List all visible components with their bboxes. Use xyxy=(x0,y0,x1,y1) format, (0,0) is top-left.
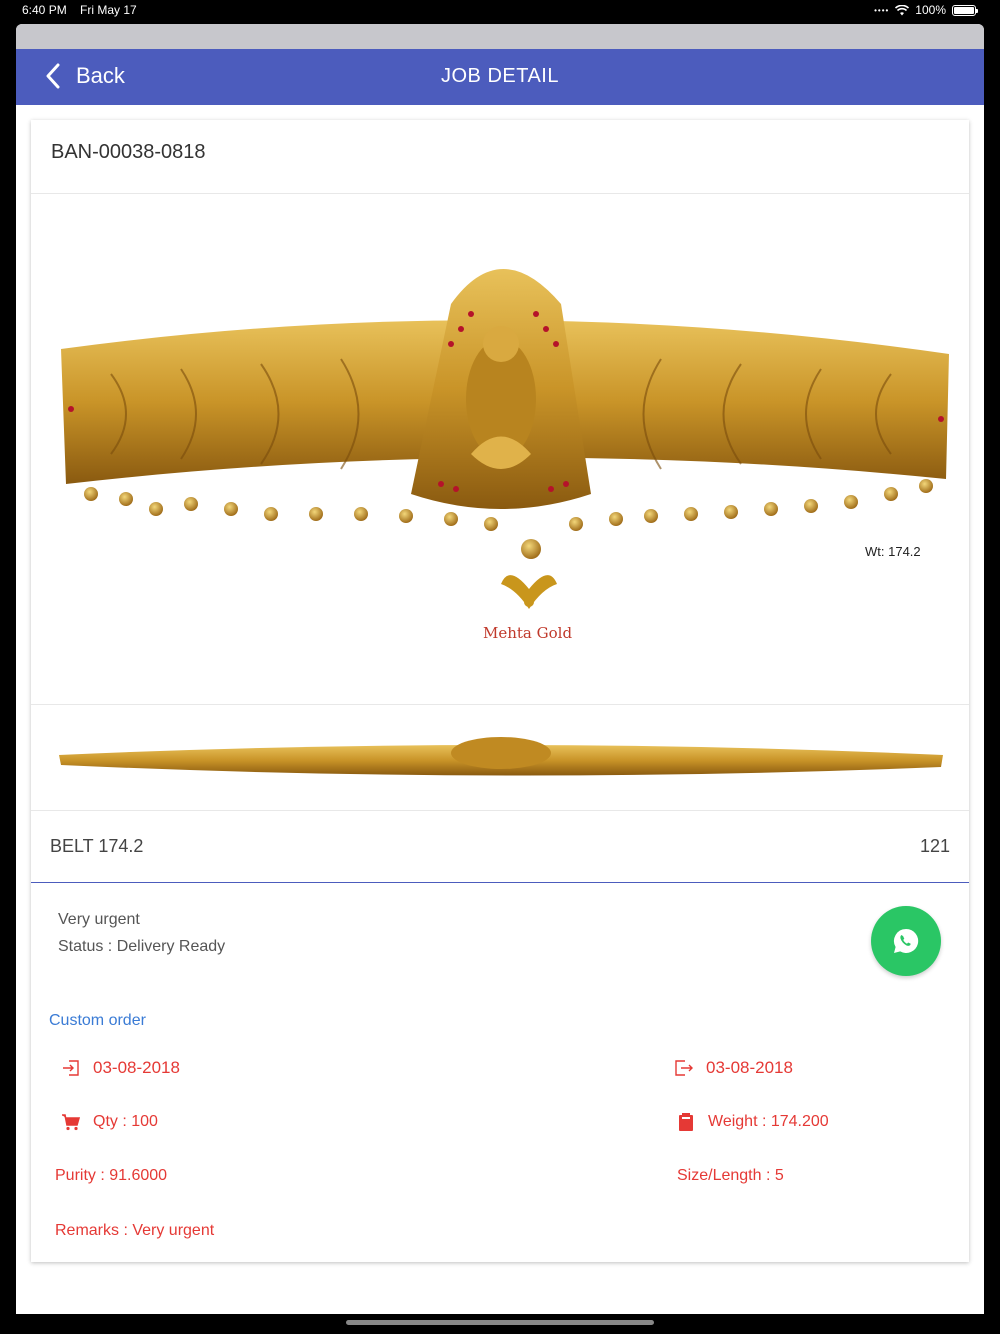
belt-thumbnail-illustration xyxy=(59,737,943,776)
status-text: Status : Delivery Ready xyxy=(58,938,226,955)
status-right: •••• 100% xyxy=(874,3,978,17)
product-image[interactable]: Wt: 174.2 Mehta Gold xyxy=(31,194,969,705)
brand-name: Mehta Gold xyxy=(483,624,573,642)
product-thumbnail[interactable] xyxy=(31,705,969,811)
qty-row: Qty : 100 xyxy=(61,1112,158,1132)
out-date-row: 03-08-2018 xyxy=(674,1058,793,1078)
qty-value: Qty : 100 xyxy=(93,1113,158,1130)
battery-icon xyxy=(952,4,978,16)
weight-row: Weight : 174.200 xyxy=(676,1112,829,1132)
remarks-row: Remarks : Very urgent xyxy=(55,1222,214,1240)
status-date: Fri May 17 xyxy=(80,3,137,17)
whatsapp-icon xyxy=(893,928,919,953)
note-block: Very urgent Status : Delivery Ready xyxy=(58,906,225,960)
sign-in-icon xyxy=(63,1060,79,1076)
home-indicator[interactable] xyxy=(346,1320,654,1325)
status-time: 6:40 PM xyxy=(22,3,67,17)
out-date: 03-08-2018 xyxy=(706,1058,793,1077)
job-code: BAN-00038-0818 xyxy=(31,120,969,194)
weight-value: Weight : 174.200 xyxy=(708,1113,829,1130)
brand-logo xyxy=(501,575,557,609)
app-window: Back JOB DETAIL BAN-00038-0818 Wt: 174.2… xyxy=(16,24,984,1314)
weight-icon xyxy=(679,1113,693,1131)
item-title-row: BELT 174.2 121 xyxy=(31,811,969,883)
status-bar: 6:40 PM Fri May 17 •••• 100% xyxy=(0,0,1000,22)
purity-row: Purity : 91.6000 xyxy=(55,1167,167,1185)
remarks-value: Remarks : Very urgent xyxy=(55,1222,215,1239)
size-value: Size/Length : 5 xyxy=(677,1167,784,1184)
size-row: Size/Length : 5 xyxy=(677,1167,784,1185)
urgency-note: Very urgent xyxy=(58,911,140,928)
sheet-grab-strip xyxy=(16,24,984,49)
item-count: 121 xyxy=(919,836,950,856)
in-date: 03-08-2018 xyxy=(93,1058,180,1077)
wifi-icon xyxy=(895,4,910,15)
purity-value: Purity : 91.6000 xyxy=(55,1167,168,1184)
in-date-row: 03-08-2018 xyxy=(61,1058,180,1078)
sign-out-icon xyxy=(675,1060,693,1076)
image-weight-label: Wt: 174.2 xyxy=(865,544,921,559)
order-type-link[interactable]: Custom order xyxy=(49,1012,146,1030)
job-card: BAN-00038-0818 Wt: 174.2 Mehta Gold BELT… xyxy=(31,120,969,1262)
page-title: JOB DETAIL xyxy=(441,65,559,87)
signal-icon: •••• xyxy=(874,5,890,15)
battery-percent: 100% xyxy=(915,3,946,17)
whatsapp-button[interactable] xyxy=(871,906,941,976)
cart-icon xyxy=(62,1114,81,1131)
nav-bar: Back JOB DETAIL xyxy=(16,49,984,105)
item-name: BELT 174.2 xyxy=(50,836,144,856)
